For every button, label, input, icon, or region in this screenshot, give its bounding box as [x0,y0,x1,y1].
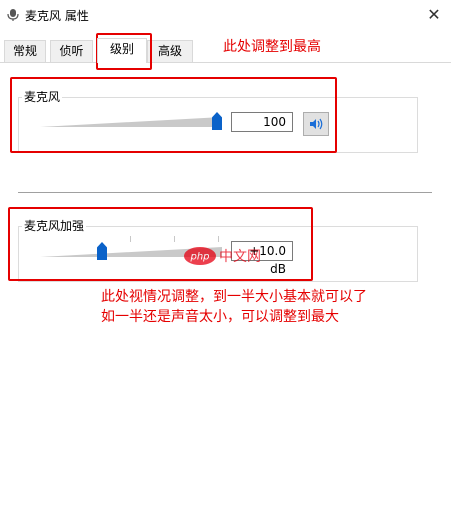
watermark: php 中文网 [183,245,267,270]
annotation-box-boost [8,207,313,281]
window-title: 麦克风 属性 [25,9,89,23]
tab-advanced[interactable]: 高级 [147,40,193,62]
annotation-box-microphone [10,77,337,153]
microphone-icon [7,9,19,21]
section-separator [18,192,432,193]
tab-listen[interactable]: 侦听 [50,40,93,62]
annotation-bottom-line2: 如一半还是声音太小，可以调整到最大 [101,309,339,325]
tab-levels[interactable]: 级别 [97,38,147,63]
svg-text:中文网: 中文网 [219,249,261,265]
tab-general[interactable]: 常规 [4,40,46,62]
annotation-bottom-line1: 此处视情况调整，到一半大小基本就可以了 [101,289,367,305]
close-button[interactable]: ✕ [423,4,445,26]
svg-text:php: php [189,252,209,263]
watermark-logo: php 中文网 [184,247,261,265]
annotation-top: 此处调整到最高 [223,39,321,55]
title-bar: 麦克风 属性 ✕ [0,0,451,32]
